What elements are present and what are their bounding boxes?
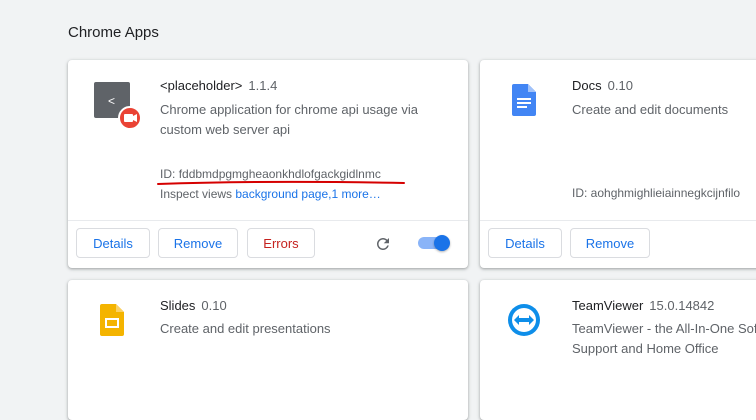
app-description: Create and edit presentations [160,321,331,336]
card-divider [480,220,756,221]
app-description-line-2: Support and Home Office [572,341,719,356]
app-name: TeamViewer [572,298,644,313]
app-name: Docs [572,78,602,93]
enable-toggle[interactable] [416,235,450,251]
app-description: Create and edit documents [572,102,729,117]
inspect-views-label: Inspect views [160,187,233,201]
app-card-slides: Slides 0.10 Create and edit presentations [68,280,468,420]
card-divider [68,220,468,221]
app-card-docs: Docs 0.10 Create and edit documents ID: a… [480,60,756,268]
docs-icon [512,84,536,121]
details-button[interactable]: Details [76,228,150,258]
reload-icon[interactable] [374,235,392,253]
inspect-views-link[interactable]: background page,1 more… [235,187,380,201]
app-card-teamviewer: TeamViewer 15.0.14842 TeamViewer - the Al… [480,280,756,420]
app-name: <placeholder> [160,78,243,93]
app-description-line-2: custom web server api [160,122,291,137]
section-title: Chrome Apps [68,24,159,41]
app-description-line-1: TeamViewer - the All-In-One Sof [572,321,756,336]
details-button[interactable]: Details [488,228,562,258]
app-version: 0.10 [607,78,633,93]
slides-icon [100,304,124,341]
teamviewer-icon [506,302,542,343]
app-version: 1.1.4 [248,78,278,93]
remove-button[interactable]: Remove [570,228,650,258]
errors-button[interactable]: Errors [247,228,315,258]
app-version: 15.0.14842 [649,298,715,313]
svg-text:<: < [108,94,115,108]
app-description-line-1: Chrome application for chrome api usage … [160,102,418,117]
remove-button[interactable]: Remove [158,228,238,258]
app-id: ID: aohghmighlieiainnegkcijnfilo [572,186,741,200]
app-name: Slides [160,298,196,313]
app-icon: < [94,82,142,130]
app-card-placeholder: < <placeholder> 1.1.4 Chrome application … [68,60,468,268]
app-version: 0.10 [201,298,227,313]
